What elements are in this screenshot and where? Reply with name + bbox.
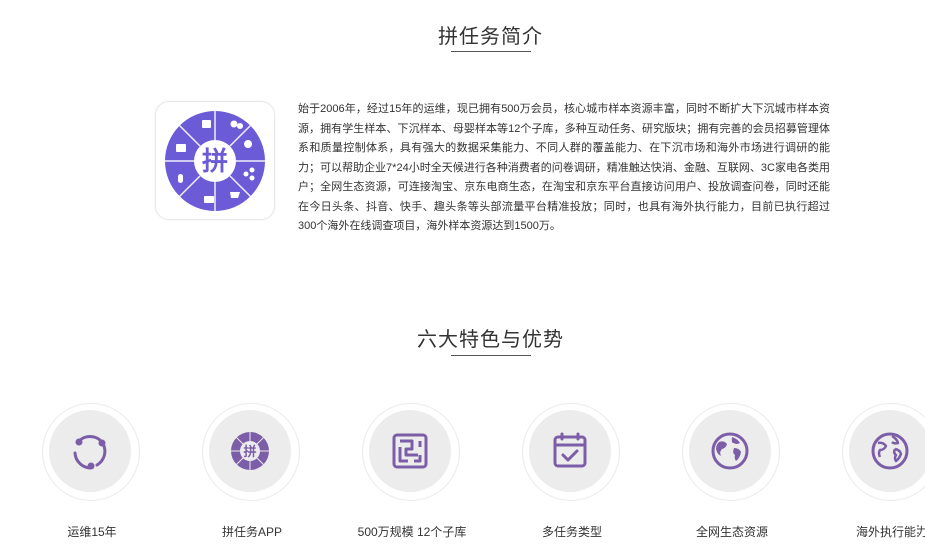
feature-label: 500万规模 12个子库 xyxy=(357,525,467,539)
maze-icon xyxy=(392,433,428,469)
cycle-icon xyxy=(73,435,107,470)
scroll-indicator[interactable] xyxy=(917,525,925,537)
intro-section-title: 拼任务简介 xyxy=(438,26,543,48)
globe-icon xyxy=(711,432,749,470)
feature-label: 拼任务APP xyxy=(221,525,282,539)
intro-title-underline xyxy=(451,51,531,52)
pinrenwu-logo-icon: 拼 xyxy=(165,111,265,211)
features-section-title: 六大特色与优势 xyxy=(417,329,564,351)
app-logo-card: 拼 xyxy=(155,101,275,220)
globe-icon xyxy=(871,432,909,470)
feature-label: 海外执行能力 xyxy=(855,525,925,539)
app-logo-char: 拼 xyxy=(243,444,256,460)
app-logo-icon: 拼 xyxy=(231,432,269,470)
logo-char: 拼 xyxy=(202,147,228,177)
calendar-check-icon xyxy=(553,432,587,468)
feature-label: 多任务类型 xyxy=(541,525,602,539)
intro-paragraph: 始于2006年，经过15年的运维，现已拥有500万会员，核心城市样本资源丰富，同… xyxy=(298,103,830,232)
feature-label: 全网生态资源 xyxy=(695,525,768,539)
feature-label: 运维15年 xyxy=(67,525,117,539)
features-title-underline xyxy=(451,355,531,356)
